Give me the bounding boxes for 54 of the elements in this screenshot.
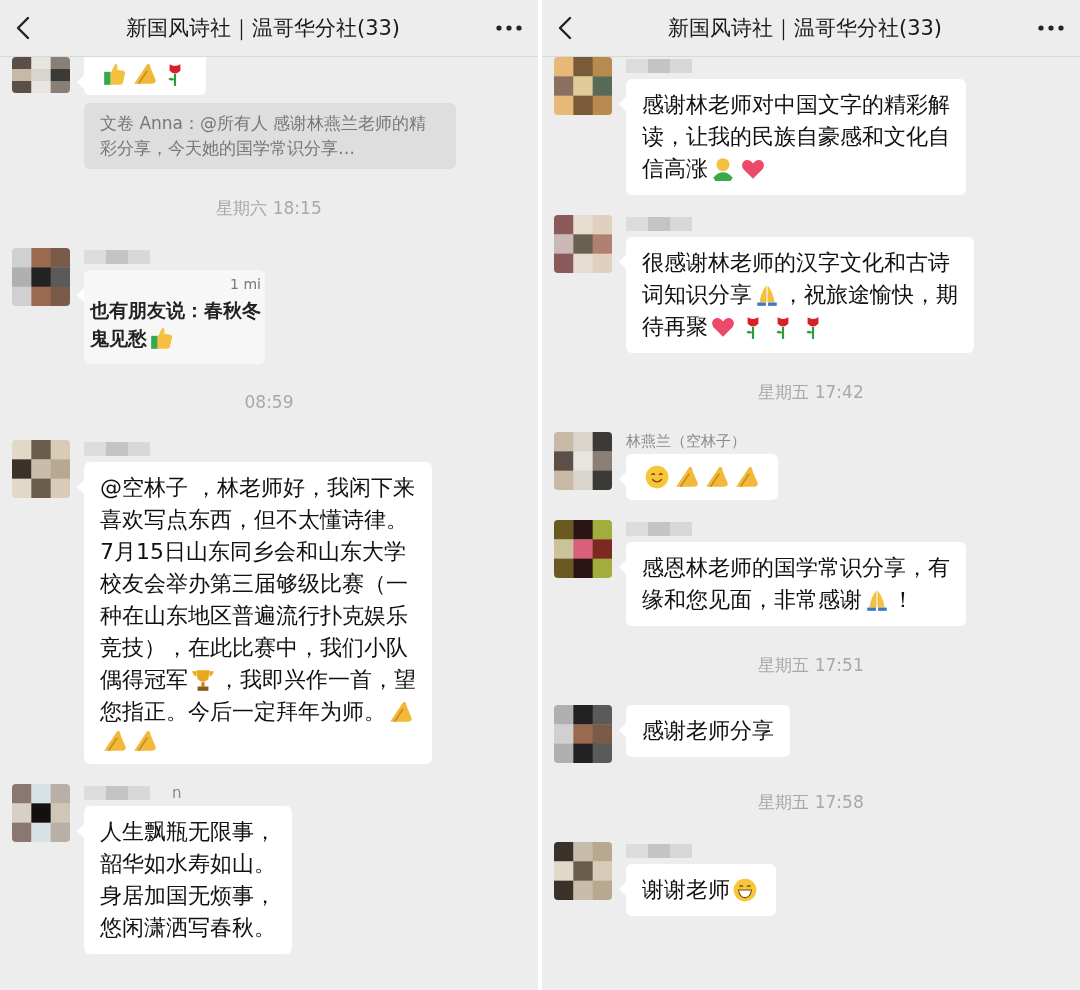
palms-icon <box>132 728 158 754</box>
sender-name: n <box>172 784 182 802</box>
message-text: 缘和您见面，非常感谢 <box>642 586 862 614</box>
message-text: 您指正。今后一定拜年为师。 <box>100 698 386 726</box>
message-text: 喜欢写点东西，但不太懂诗律。 <box>100 506 408 534</box>
timestamp: 08:59 <box>244 392 294 412</box>
back-icon[interactable] <box>16 16 30 40</box>
message-text: 竞技），在此比赛中，我们小队 <box>100 634 408 662</box>
message-text: 感谢林老师对中国文字的精彩解 <box>642 91 950 119</box>
timestamp: 星期五 17:42 <box>758 381 864 404</box>
back-icon[interactable] <box>558 16 572 40</box>
message-text: 鬼见愁 <box>90 326 147 351</box>
message-text: @空林子 ，林老师好，我闲下来 <box>100 474 415 502</box>
message-text: 谢谢老师 <box>642 876 730 904</box>
more-icon[interactable] <box>496 25 522 31</box>
trophy-icon <box>190 667 216 693</box>
thumbs-up-icon <box>102 61 128 87</box>
timestamp: 星期六 18:15 <box>216 197 322 220</box>
message-text: 偶得冠军 <box>100 666 188 694</box>
message-text: 信高涨 <box>642 155 708 183</box>
message-text: 7月15日山东同乡会和山东大学 <box>100 538 406 566</box>
message-text: ！ <box>892 586 914 614</box>
chat-title: 新国风诗社｜温哥华分社(33) <box>124 15 402 42</box>
message-text: 身居加国无烦事， <box>100 882 276 910</box>
palms-icon <box>102 728 128 754</box>
message-text: 感恩林老师的国学常识分享，有 <box>642 554 950 582</box>
sender-name: 林燕兰（空林子） <box>626 431 746 451</box>
message-text: 悠闲潇洒写春秋。 <box>100 914 276 942</box>
message-text: 韶华如水寿如山。 <box>100 850 276 878</box>
message-text: ，我即兴作一首，望 <box>218 666 416 694</box>
message-text: 读，让我的民族自豪感和文化自 <box>642 123 950 151</box>
message-text: 词知识分享 <box>642 281 752 309</box>
palms-icon <box>674 464 700 490</box>
palms-icon <box>734 464 760 490</box>
thumbs-up-icon <box>149 325 175 351</box>
chat-title: 新国风诗社｜温哥华分社(33) <box>666 15 944 42</box>
smiley-icon <box>644 464 670 490</box>
message-text: 很感谢林老师的汉字文化和古诗 <box>642 249 950 277</box>
message-text: 也有朋友说：春秋冬 <box>90 298 261 323</box>
message-text: ，祝旅途愉快，期 <box>782 281 958 309</box>
figure-icon <box>710 156 736 182</box>
timestamp: 星期五 17:51 <box>758 654 864 677</box>
message-text: 人生飘瓶无限事， <box>100 818 276 846</box>
palms-icon <box>132 61 158 87</box>
image-caption: 1 mi <box>230 276 261 294</box>
palms-icon <box>388 699 414 725</box>
grinning-icon <box>732 877 758 903</box>
message-text: 待再聚 <box>642 313 708 341</box>
timestamp: 星期五 17:58 <box>758 791 864 814</box>
more-icon[interactable] <box>1038 25 1064 31</box>
message-text: 种在山东地区普遍流行扑克娱乐 <box>100 602 408 630</box>
palms-icon <box>704 464 730 490</box>
message-text: 感谢老师分享 <box>642 717 774 745</box>
message-text: 校友会举办第三届够级比赛（一 <box>100 570 408 598</box>
